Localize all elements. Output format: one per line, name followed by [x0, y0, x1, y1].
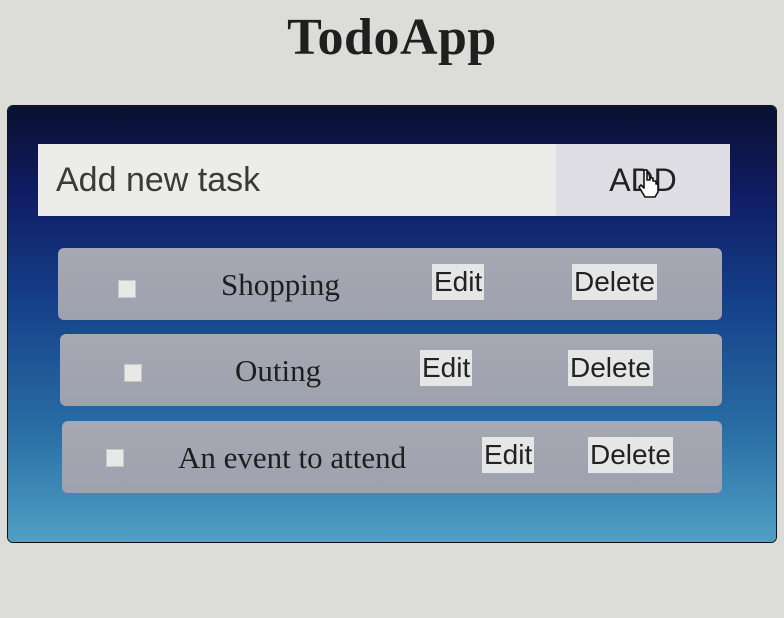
page-title: TodoApp — [287, 9, 497, 66]
add-button[interactable]: ADD — [556, 144, 730, 216]
task-item: An event to attend Edit Delete — [62, 421, 722, 493]
new-task-input[interactable] — [38, 144, 556, 216]
task-label: Outing — [235, 353, 322, 388]
delete-button[interactable]: Delete — [568, 350, 653, 386]
edit-button[interactable]: Edit — [482, 437, 535, 473]
task-item: Shopping Edit Delete — [58, 248, 722, 320]
task-item: Outing Edit Delete — [60, 334, 722, 406]
task-label: An event to attend — [178, 440, 407, 475]
delete-button[interactable]: Delete — [588, 437, 673, 473]
delete-button[interactable]: Delete — [572, 264, 657, 300]
edit-button[interactable]: Edit — [420, 350, 473, 386]
task-checkbox[interactable] — [124, 364, 142, 382]
task-checkbox[interactable] — [118, 280, 136, 298]
task-checkbox[interactable] — [106, 449, 124, 467]
add-task-form: ADD — [38, 144, 730, 216]
task-label: Shopping — [221, 267, 340, 302]
edit-button[interactable]: Edit — [432, 264, 485, 300]
